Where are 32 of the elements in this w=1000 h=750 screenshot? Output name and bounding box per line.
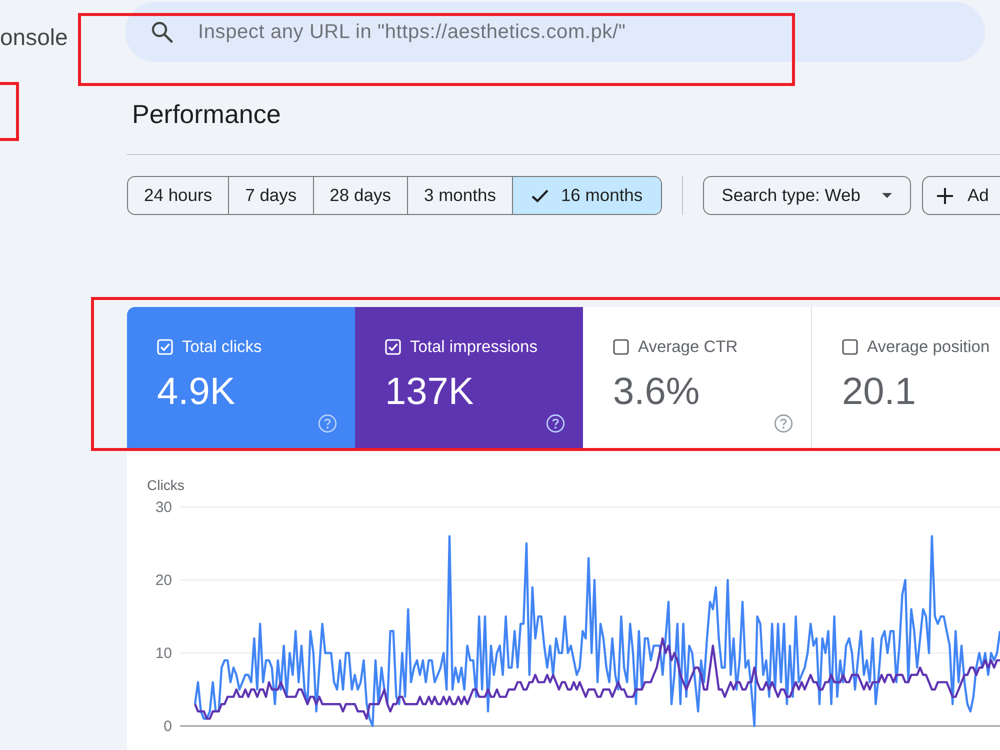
plus-icon — [937, 188, 954, 204]
date-range-tab[interactable]: 28 days — [312, 177, 407, 214]
search-type-dropdown[interactable]: Search type: Web — [702, 176, 912, 215]
axis-tick-label: 30 — [155, 499, 172, 516]
metric-label: Total impressions — [410, 338, 538, 356]
help-icon[interactable] — [774, 414, 793, 433]
metric-value: 20.1 — [842, 370, 916, 414]
metric-value: 137K — [385, 370, 474, 414]
axis-tick-label: 20 — [155, 572, 172, 589]
checkbox[interactable] — [842, 339, 858, 355]
metric-label: Total clicks — [182, 338, 262, 356]
add-button[interactable]: Ad — [922, 176, 1000, 215]
metric-card[interactable]: Average position 20.1 — [811, 307, 1000, 450]
help-icon[interactable] — [546, 414, 565, 433]
date-range-tab[interactable]: 7 days — [228, 177, 313, 214]
logo-text: onsole — [0, 23, 68, 51]
caret-icon — [882, 193, 892, 198]
date-range-tab[interactable]: 24 hours — [128, 177, 228, 214]
axis-title: Clicks — [147, 477, 184, 493]
date-range-tab[interactable]: 16 months — [512, 177, 661, 214]
metric-value: 4.9K — [157, 370, 236, 414]
checkbox[interactable] — [613, 339, 629, 355]
axis-tick-label: 0 — [164, 718, 172, 735]
metric-label: Average position — [867, 338, 990, 356]
axis-tick-label: 10 — [155, 645, 172, 662]
search-field[interactable]: Inspect any URL in "https://aesthetics.com.pk/" — [125, 2, 985, 62]
metric-card[interactable]: Total impressions 137K — [355, 307, 583, 450]
metric-label: Average CTR — [638, 338, 738, 356]
search-icon — [151, 21, 173, 43]
page-title: Performance — [132, 100, 281, 128]
metric-value: 3.6% — [613, 370, 700, 414]
check-icon — [530, 188, 549, 202]
